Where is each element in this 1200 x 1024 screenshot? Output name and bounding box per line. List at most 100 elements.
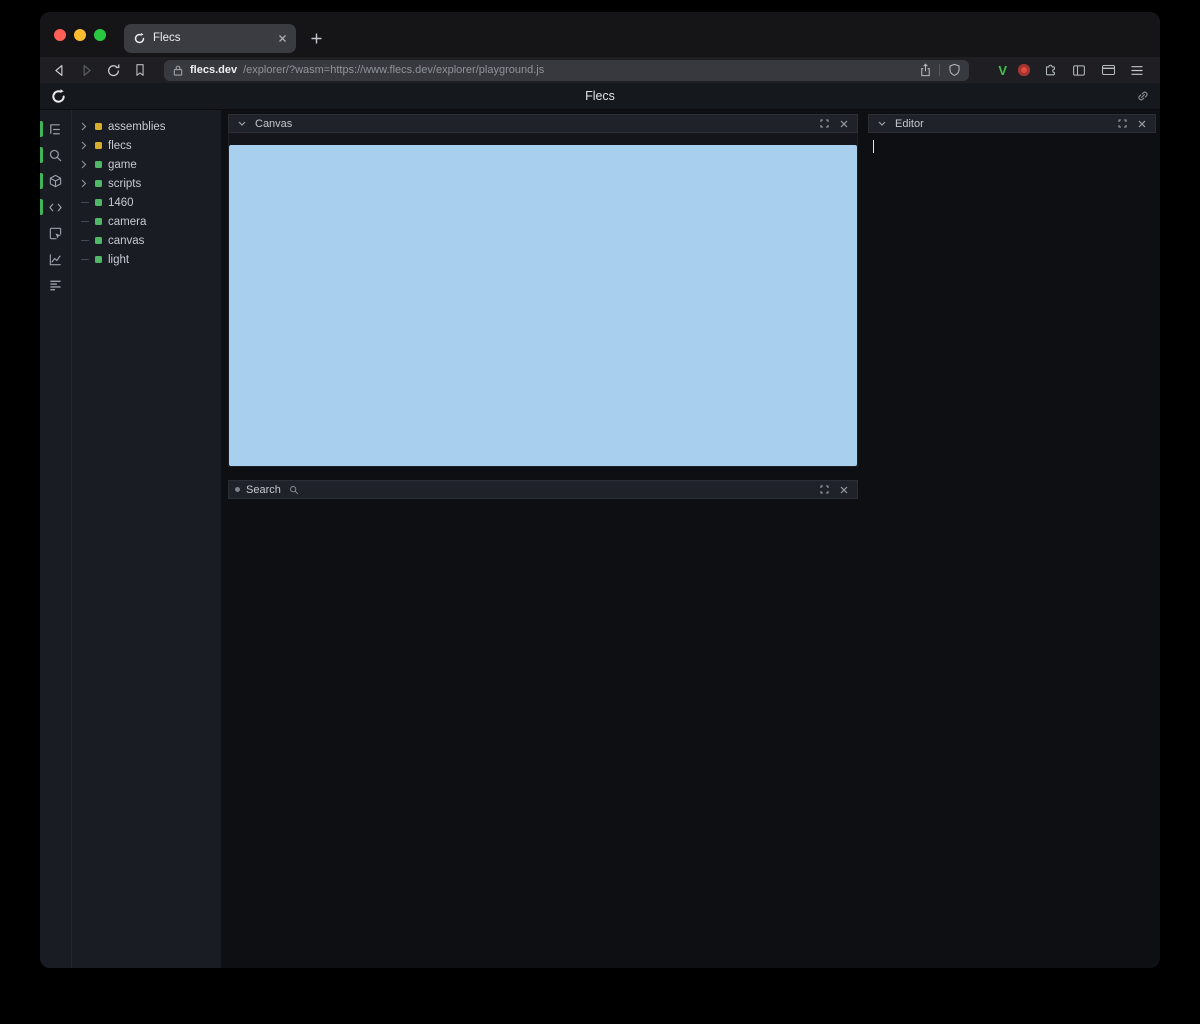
code-icon: [48, 201, 63, 214]
inspect-cursor-icon: [48, 226, 63, 241]
expand-chevron-icon[interactable]: [81, 141, 95, 150]
tree-guide-line: [81, 202, 95, 203]
tab-favicon-flecs-icon: [133, 32, 146, 45]
main-area: Canvas Sea: [221, 110, 1160, 968]
sidebar-item-inspect[interactable]: [40, 220, 71, 246]
browser-tab-bar: Flecs: [40, 12, 1160, 57]
tree-item[interactable]: light: [72, 250, 221, 269]
back-icon[interactable]: [50, 61, 68, 79]
text-caret: [873, 140, 874, 153]
url-bar[interactable]: flecs.dev /explorer/?wasm=https://www.fl…: [164, 60, 969, 81]
tree-item-label: scripts: [108, 178, 141, 190]
tree-guide-line: [81, 221, 95, 222]
left-icon-strip: [40, 110, 72, 968]
forward-icon[interactable]: [77, 61, 95, 79]
fullscreen-icon[interactable]: [817, 483, 831, 497]
tree-item[interactable]: game: [72, 155, 221, 174]
expand-chevron-icon[interactable]: [81, 122, 95, 131]
bookmark-icon[interactable]: [131, 61, 149, 79]
canvas-panel: Canvas: [228, 114, 858, 467]
window-controls: [54, 29, 106, 41]
tree-item[interactable]: 1460: [72, 193, 221, 212]
browser-toolbar: flecs.dev /explorer/?wasm=https://www.fl…: [40, 57, 1160, 83]
active-indicator: [40, 147, 43, 163]
entity-color-swatch: [95, 199, 102, 206]
sidebar-item-entity-tree[interactable]: [40, 116, 71, 142]
editor-panel-header[interactable]: Editor: [868, 114, 1156, 133]
panel-title: Editor: [895, 118, 924, 130]
tree-item-label: camera: [108, 216, 146, 228]
sidebar-item-search[interactable]: [40, 142, 71, 168]
stats-rows-icon: [48, 279, 63, 292]
sidebar-toggle-icon[interactable]: [1070, 61, 1088, 79]
close-window-button[interactable]: [54, 29, 66, 41]
share-icon[interactable]: [918, 63, 932, 77]
browser-window: Flecs flecs.dev /explorer/?wasm=http: [40, 12, 1160, 968]
close-icon[interactable]: [837, 483, 851, 497]
magnifier-icon: [287, 483, 301, 497]
active-indicator: [40, 173, 43, 189]
collapse-chevron-icon[interactable]: [875, 117, 889, 131]
tree-item[interactable]: assemblies: [72, 117, 221, 136]
reload-icon[interactable]: [104, 61, 122, 79]
entity-color-swatch: [95, 218, 102, 225]
lock-icon: [172, 64, 184, 77]
browser-tab[interactable]: Flecs: [124, 24, 296, 53]
menu-hamburger-icon[interactable]: [1128, 61, 1146, 79]
tree-item-label: game: [108, 159, 137, 171]
tree-item-label: assemblies: [108, 121, 166, 133]
blocker-extension-icon[interactable]: [1018, 64, 1030, 76]
sidebar-item-stats[interactable]: [40, 272, 71, 298]
panel-title: Search: [246, 484, 281, 496]
url-host: flecs.dev: [190, 64, 237, 76]
entity-color-swatch: [95, 237, 102, 244]
panel-title: Canvas: [255, 118, 292, 130]
collapse-chevron-icon[interactable]: [235, 117, 249, 131]
editor-text-area[interactable]: [868, 133, 1156, 159]
tab-title: Flecs: [153, 32, 271, 44]
shield-icon[interactable]: [947, 63, 961, 77]
new-tab-button[interactable]: [310, 32, 323, 45]
fullscreen-icon[interactable]: [1115, 117, 1129, 131]
tree-item-label: flecs: [108, 140, 132, 152]
share-link-icon[interactable]: [1136, 89, 1150, 103]
tree-item[interactable]: flecs: [72, 136, 221, 155]
fullscreen-icon[interactable]: [817, 117, 831, 131]
tree-guide-line: [81, 240, 95, 241]
sidebar-item-charts[interactable]: [40, 246, 71, 272]
tree-item[interactable]: scripts: [72, 174, 221, 193]
page-title: Flecs: [40, 89, 1160, 103]
tree-item[interactable]: canvas: [72, 231, 221, 250]
entity-color-swatch: [95, 180, 102, 187]
editor-panel: Editor: [868, 114, 1156, 159]
vimium-extension-icon[interactable]: V: [998, 64, 1007, 77]
tab-close-icon[interactable]: [278, 34, 287, 43]
render-canvas[interactable]: [229, 145, 857, 466]
app-header: Flecs: [40, 83, 1160, 110]
sidebar-item-entities[interactable]: [40, 168, 71, 194]
sidebar-item-code[interactable]: [40, 194, 71, 220]
tree-item-label: canvas: [108, 235, 144, 247]
tree-item[interactable]: camera: [72, 212, 221, 231]
close-icon[interactable]: [1135, 117, 1149, 131]
extensions-puzzle-icon[interactable]: [1041, 61, 1059, 79]
tree-guide-line: [81, 259, 95, 260]
wallet-card-icon[interactable]: [1099, 61, 1117, 79]
active-indicator: [40, 121, 43, 137]
zoom-window-button[interactable]: [94, 29, 106, 41]
canvas-panel-header[interactable]: Canvas: [228, 114, 858, 133]
close-icon[interactable]: [837, 117, 851, 131]
minimize-window-button[interactable]: [74, 29, 86, 41]
active-indicator: [40, 199, 43, 215]
app-body: assemblies flecs game scripts 1460: [40, 110, 1160, 968]
entity-color-swatch: [95, 142, 102, 149]
entity-color-swatch: [95, 161, 102, 168]
expand-chevron-icon[interactable]: [81, 160, 95, 169]
collapsed-dot-icon[interactable]: [235, 487, 240, 492]
tree-item-label: light: [108, 254, 129, 266]
entities-cube-icon: [48, 174, 63, 189]
expand-chevron-icon[interactable]: [81, 179, 95, 188]
chart-line-icon: [48, 252, 63, 267]
tree-item-label: 1460: [108, 197, 134, 209]
search-panel-header[interactable]: Search: [228, 480, 858, 499]
